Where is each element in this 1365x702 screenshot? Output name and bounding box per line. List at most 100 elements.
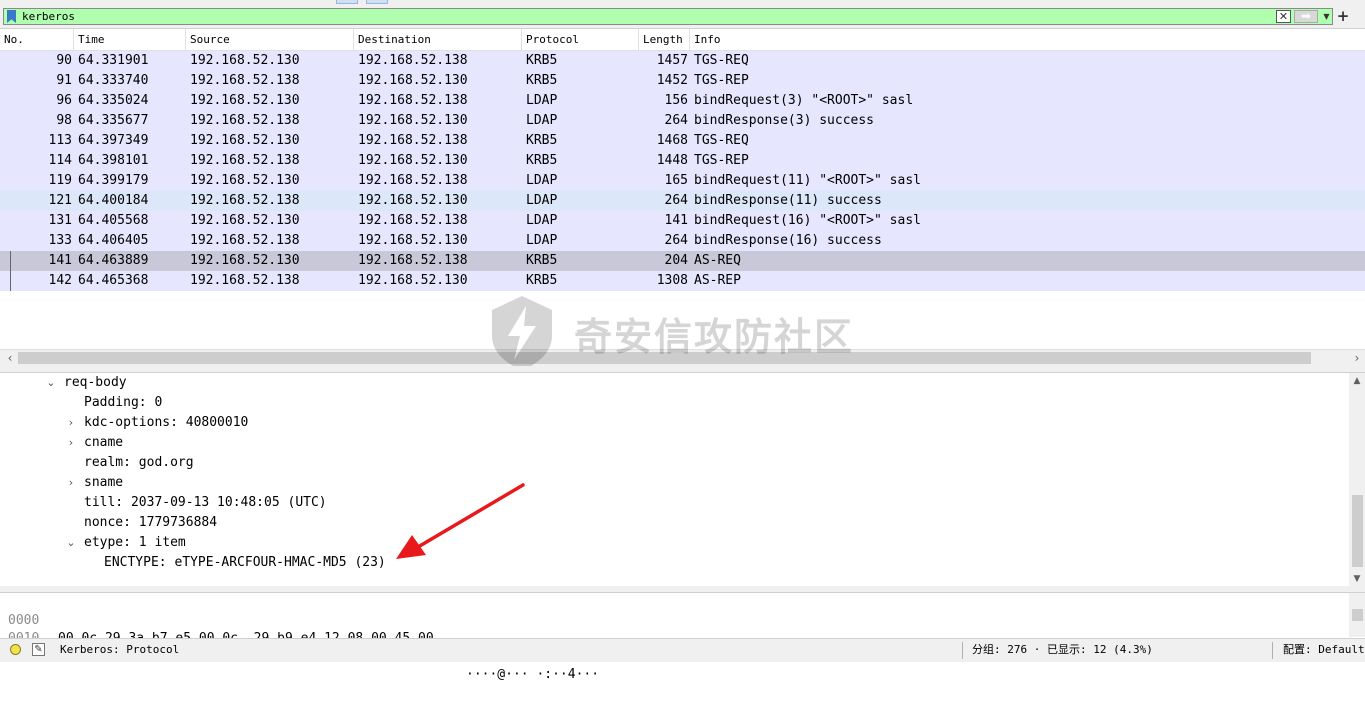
packet-destination: 192.168.52.130 <box>358 153 468 168</box>
packet-time: 64.331901 <box>78 53 149 68</box>
status-field-info: Kerberos: Protocol <box>60 643 180 656</box>
apply-filter-icon[interactable]: ➡ <box>1294 10 1318 23</box>
packet-row[interactable]: 98 64.335677 192.168.52.138 192.168.52.1… <box>0 111 1365 131</box>
filter-history-dropdown-icon[interactable]: ▼ <box>1321 10 1332 23</box>
collapsed-chevron-icon[interactable]: › <box>66 433 76 453</box>
details-vertical-scrollbar[interactable]: ▲ ▼ <box>1349 373 1365 587</box>
packet-protocol: LDAP <box>526 233 558 248</box>
add-filter-button-icon[interactable]: + <box>1336 8 1350 24</box>
scrollbar-thumb[interactable] <box>1352 495 1363 567</box>
packet-length: 1452 <box>656 73 688 88</box>
display-filter-bar: ✕ ➡ ▼ + <box>0 6 1365 28</box>
tree-item-enctype[interactable]: ENCTYPE: eTYPE-ARCFOUR-HMAC-MD5 (23) <box>104 553 386 573</box>
packet-source: 192.168.52.130 <box>190 173 300 188</box>
packet-time: 64.406405 <box>78 233 149 248</box>
collapsed-chevron-icon[interactable]: › <box>66 413 76 433</box>
packet-length: 264 <box>664 193 688 208</box>
packet-info: bindRequest(3) "<ROOT>" sasl <box>694 93 914 108</box>
packet-length: 264 <box>664 113 688 128</box>
packet-destination: 192.168.52.138 <box>358 53 468 68</box>
packet-list-horizontal-scrollbar[interactable]: ‹ › <box>0 349 1365 366</box>
column-header-destination[interactable]: Destination <box>354 29 522 50</box>
packet-row[interactable]: 96 64.335024 192.168.52.130 192.168.52.1… <box>0 91 1365 111</box>
packet-length: 1308 <box>656 273 688 288</box>
scroll-up-icon[interactable]: ▲ <box>1349 373 1365 389</box>
packet-time: 64.465368 <box>78 273 149 288</box>
packet-row[interactable]: 142 64.465368 192.168.52.138 192.168.52.… <box>0 271 1365 291</box>
status-profile[interactable]: 配置: Default <box>1283 639 1365 661</box>
column-header-protocol[interactable]: Protocol <box>522 29 639 50</box>
packet-source: 192.168.52.130 <box>190 53 300 68</box>
tree-item-kdc-options[interactable]: kdc-options: 40800010 <box>84 413 248 433</box>
packet-no: 90 <box>56 53 72 68</box>
packet-protocol: LDAP <box>526 173 558 188</box>
packet-protocol: KRB5 <box>526 273 558 288</box>
bookmark-icon[interactable] <box>7 10 16 23</box>
packet-row[interactable]: 119 64.399179 192.168.52.130 192.168.52.… <box>0 171 1365 191</box>
packet-length: 156 <box>664 93 688 108</box>
packet-protocol: KRB5 <box>526 53 558 68</box>
packet-protocol: LDAP <box>526 93 558 108</box>
packet-info: TGS-REP <box>694 73 749 88</box>
capture-comment-icon[interactable]: ✎ <box>32 643 45 656</box>
scroll-right-icon[interactable]: › <box>1349 350 1365 366</box>
packet-row[interactable]: 113 64.397349 192.168.52.130 192.168.52.… <box>0 131 1365 151</box>
tree-item-cname[interactable]: cname <box>84 433 123 453</box>
scroll-left-icon[interactable]: ‹ <box>2 350 18 366</box>
tree-item-till[interactable]: till: 2037-09-13 10:48:05 (UTC) <box>84 493 327 513</box>
packet-info: bindResponse(11) success <box>694 193 882 208</box>
packet-time: 64.405568 <box>78 213 149 228</box>
expanded-chevron-icon[interactable]: ⌄ <box>66 533 76 553</box>
packet-source: 192.168.52.130 <box>190 133 300 148</box>
packet-source: 192.168.52.130 <box>190 93 300 108</box>
collapsed-chevron-icon[interactable]: › <box>66 473 76 493</box>
toolbar-button[interactable] <box>336 0 358 4</box>
tree-item-etype[interactable]: etype: 1 item <box>84 533 186 553</box>
packet-no: 131 <box>48 213 72 228</box>
packet-row[interactable]: 114 64.398101 192.168.52.138 192.168.52.… <box>0 151 1365 171</box>
packet-length: 141 <box>664 213 688 228</box>
packet-protocol: KRB5 <box>526 133 558 148</box>
packet-time: 64.400184 <box>78 193 149 208</box>
packet-protocol: KRB5 <box>526 73 558 88</box>
bytes-vertical-scrollbar[interactable] <box>1349 593 1365 637</box>
clear-filter-icon[interactable]: ✕ <box>1276 10 1291 23</box>
packet-destination: 192.168.52.138 <box>358 173 468 188</box>
packet-bytes-pane: 0000 00 0c 29 3a b7 e5 00 0c 29 b9 e4 12… <box>0 592 1365 682</box>
expanded-chevron-icon[interactable]: ⌄ <box>46 373 56 393</box>
column-header-time[interactable]: Time <box>74 29 186 50</box>
packet-row[interactable]: 90 64.331901 192.168.52.130 192.168.52.1… <box>0 51 1365 71</box>
tree-item-sname[interactable]: sname <box>84 473 123 493</box>
packet-row[interactable]: 133 64.406405 192.168.52.138 192.168.52.… <box>0 231 1365 251</box>
packet-time: 64.398101 <box>78 153 149 168</box>
packet-source: 192.168.52.138 <box>190 73 300 88</box>
packet-list: No. Time Source Destination Protocol Len… <box>0 28 1365 367</box>
tree-item-nonce[interactable]: nonce: 1779736884 <box>84 513 217 533</box>
packet-details-pane: ⌄ req-body Padding: 0 › kdc-options: 408… <box>0 372 1365 587</box>
column-header-source[interactable]: Source <box>186 29 354 50</box>
column-header-no[interactable]: No. <box>0 29 74 50</box>
packet-row[interactable]: 91 64.333740 192.168.52.138 192.168.52.1… <box>0 71 1365 91</box>
packet-source: 192.168.52.130 <box>190 253 300 268</box>
packet-source: 192.168.52.138 <box>190 153 300 168</box>
packet-row[interactable]: 131 64.405568 192.168.52.130 192.168.52.… <box>0 211 1365 231</box>
tree-item-req-body[interactable]: req-body <box>64 373 127 393</box>
packet-destination: 192.168.52.138 <box>358 133 468 148</box>
tree-item-padding[interactable]: Padding: 0 <box>84 393 162 413</box>
packet-protocol: LDAP <box>526 113 558 128</box>
column-header-info[interactable]: Info <box>690 29 1365 50</box>
expert-info-icon[interactable] <box>10 644 21 655</box>
packet-row[interactable]: 121 64.400184 192.168.52.138 192.168.52.… <box>0 191 1365 211</box>
packet-protocol: LDAP <box>526 213 558 228</box>
packet-no: 91 <box>56 73 72 88</box>
display-filter-input[interactable] <box>22 9 1222 24</box>
tree-item-realm[interactable]: realm: god.org <box>84 453 194 473</box>
toolbar-button[interactable] <box>366 0 388 4</box>
scroll-down-icon[interactable]: ▼ <box>1349 571 1365 587</box>
bytes-ascii[interactable]: ····@··· ·:··4··· <box>466 666 599 684</box>
packet-row-selected[interactable]: 141 64.463889 192.168.52.130 192.168.52.… <box>0 251 1365 271</box>
column-header-length[interactable]: Length <box>639 29 690 50</box>
scrollbar-thumb[interactable] <box>1352 609 1363 621</box>
scrollbar-thumb[interactable] <box>18 352 1311 364</box>
packet-source: 192.168.52.138 <box>190 193 300 208</box>
